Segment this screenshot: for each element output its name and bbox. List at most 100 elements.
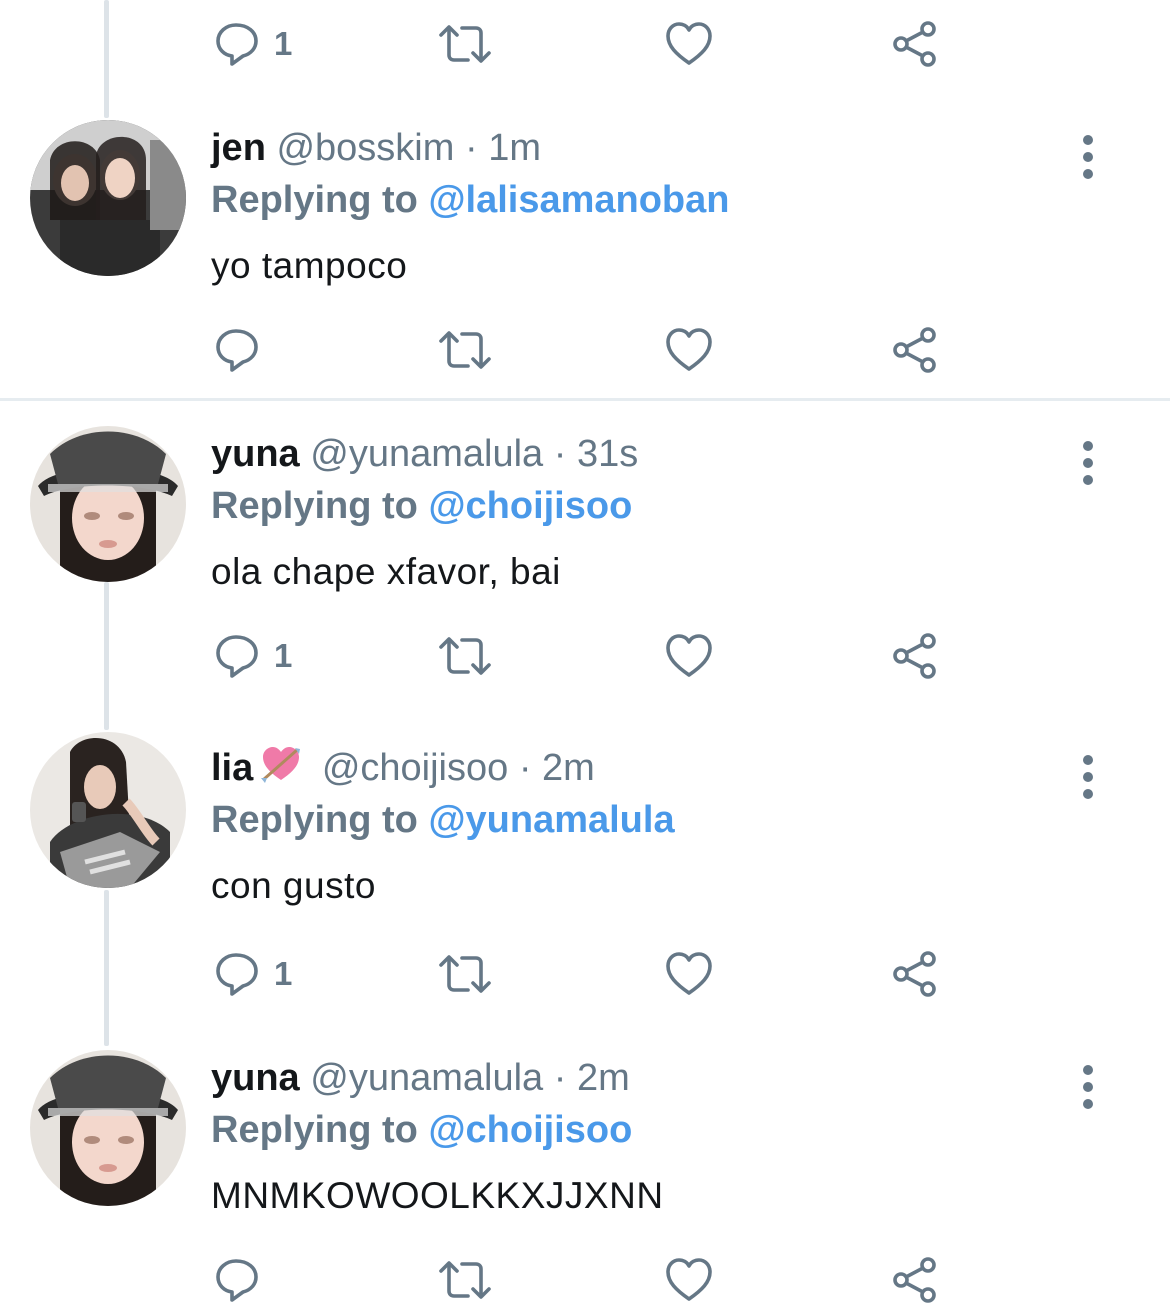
display-name[interactable]: yuna <box>211 1057 300 1099</box>
divider <box>0 398 1170 401</box>
user-handle[interactable]: @yunamalula <box>310 1057 543 1099</box>
tweet-text: yo tampoco <box>211 245 408 286</box>
avatar-photo <box>30 120 186 276</box>
retweet-button[interactable] <box>437 1250 493 1310</box>
tweet-text: ola chape xfavor, bai <box>211 551 561 592</box>
heart-icon <box>666 22 712 65</box>
reply-bubble-icon <box>216 635 258 678</box>
retweet-icon <box>439 637 491 675</box>
avatar-photo <box>30 732 186 888</box>
reply-bubble-icon <box>216 953 258 996</box>
share-button[interactable] <box>890 320 940 380</box>
tweet-header: yuna @yunamalula · 31s <box>211 430 638 478</box>
retweet-button[interactable] <box>437 14 493 74</box>
avatar-photo <box>30 426 186 582</box>
replying-to-handle[interactable]: @lalisamanoban <box>428 179 729 221</box>
more-options-button[interactable] <box>1070 132 1106 182</box>
more-options-button[interactable] <box>1070 752 1106 802</box>
retweet-button[interactable] <box>437 320 493 380</box>
tweet-header: yuna @yunamalula · 2m <box>211 1054 630 1102</box>
like-button[interactable] <box>664 14 714 74</box>
timestamp[interactable]: 1m <box>488 127 541 169</box>
tweet-lia-actions: 1 <box>0 944 1170 1004</box>
display-name[interactable]: lia <box>211 747 253 789</box>
tweet-yuna-2-actions <box>0 1250 1170 1310</box>
avatar-jen[interactable] <box>30 120 186 276</box>
more-options-button[interactable] <box>1070 438 1106 488</box>
share-button[interactable] <box>890 1250 940 1310</box>
retweet-icon <box>439 25 491 63</box>
heart-icon <box>666 1258 712 1301</box>
share-icon <box>893 1257 936 1303</box>
separator: · <box>518 747 532 790</box>
reply-bubble-icon <box>216 23 258 66</box>
replying-to: Replying to @choijisoo <box>211 1106 632 1154</box>
replying-prefix: Replying to <box>211 179 418 221</box>
display-name[interactable]: yuna <box>211 433 300 475</box>
reply-bubble-icon <box>216 329 258 372</box>
replying-to-handle[interactable]: @choijisoo <box>428 1109 632 1151</box>
more-vertical-icon <box>1083 441 1093 485</box>
tweet-text: con gusto <box>211 865 376 906</box>
reply-button[interactable] <box>212 320 274 380</box>
avatar-yuna[interactable] <box>30 1050 186 1206</box>
avatar-yuna[interactable] <box>30 426 186 582</box>
timestamp[interactable]: 2m <box>542 747 595 789</box>
like-button[interactable] <box>664 944 714 1004</box>
more-vertical-icon <box>1083 1065 1093 1109</box>
separator: · <box>553 433 567 475</box>
like-button[interactable] <box>664 320 714 380</box>
replying-to-handle[interactable]: @choijisoo <box>428 485 632 527</box>
separator: · <box>553 1057 567 1099</box>
heart-with-arrow-emoji <box>259 744 303 796</box>
user-handle[interactable]: @bosskim <box>276 127 454 169</box>
retweet-icon <box>439 1261 491 1299</box>
more-options-button[interactable] <box>1070 1062 1106 1112</box>
share-icon <box>893 951 936 997</box>
previous-tweet-actions: 1 <box>0 14 1170 74</box>
retweet-button[interactable] <box>437 626 493 686</box>
tweet-yuna-1-actions: 1 <box>0 626 1170 686</box>
share-button[interactable] <box>890 626 940 686</box>
separator: · <box>464 127 478 169</box>
replying-to: Replying to @lalisamanoban <box>211 176 729 224</box>
replying-prefix: Replying to <box>211 799 418 841</box>
reply-button[interactable] <box>212 1250 274 1310</box>
tweet-text: MNMKOWOOLKKXJJXNN <box>211 1175 664 1216</box>
replying-to: Replying to @yunamalula <box>211 796 675 844</box>
more-vertical-icon <box>1083 135 1093 179</box>
reply-button[interactable]: 1 <box>212 626 292 686</box>
reply-button[interactable]: 1 <box>212 944 292 1004</box>
timestamp[interactable]: 31s <box>577 433 638 475</box>
heart-icon <box>666 952 712 995</box>
user-handle[interactable]: @yunamalula <box>310 433 543 475</box>
avatar-photo <box>30 1050 186 1206</box>
replying-prefix: Replying to <box>211 1109 418 1151</box>
reply-count: 1 <box>274 955 293 992</box>
heart-icon <box>666 328 712 371</box>
share-button[interactable] <box>890 944 940 1004</box>
replying-prefix: Replying to <box>211 485 418 527</box>
more-vertical-icon <box>1083 755 1093 799</box>
share-icon <box>893 327 936 373</box>
share-button[interactable] <box>890 14 940 74</box>
tweet-jen-actions <box>0 320 1170 380</box>
display-name[interactable]: jen <box>211 127 266 169</box>
reply-count: 1 <box>274 25 293 62</box>
tweet-header: jen @bosskim · 1m <box>211 124 541 172</box>
avatar-lia[interactable] <box>30 732 186 888</box>
like-button[interactable] <box>664 626 714 686</box>
retweet-button[interactable] <box>437 944 493 1004</box>
heart-icon <box>666 634 712 677</box>
reply-button[interactable]: 1 <box>212 14 292 74</box>
share-icon <box>893 633 936 679</box>
user-handle[interactable]: @choijisoo <box>322 747 508 789</box>
replying-to-handle[interactable]: @yunamalula <box>428 799 674 841</box>
reply-count: 1 <box>274 637 293 674</box>
tweet-header: lia @choijisoo · 2m <box>211 744 595 796</box>
share-icon <box>893 21 936 67</box>
like-button[interactable] <box>664 1250 714 1310</box>
timestamp[interactable]: 2m <box>577 1057 630 1099</box>
reply-bubble-icon <box>216 1259 258 1302</box>
replying-to: Replying to @choijisoo <box>211 482 632 530</box>
